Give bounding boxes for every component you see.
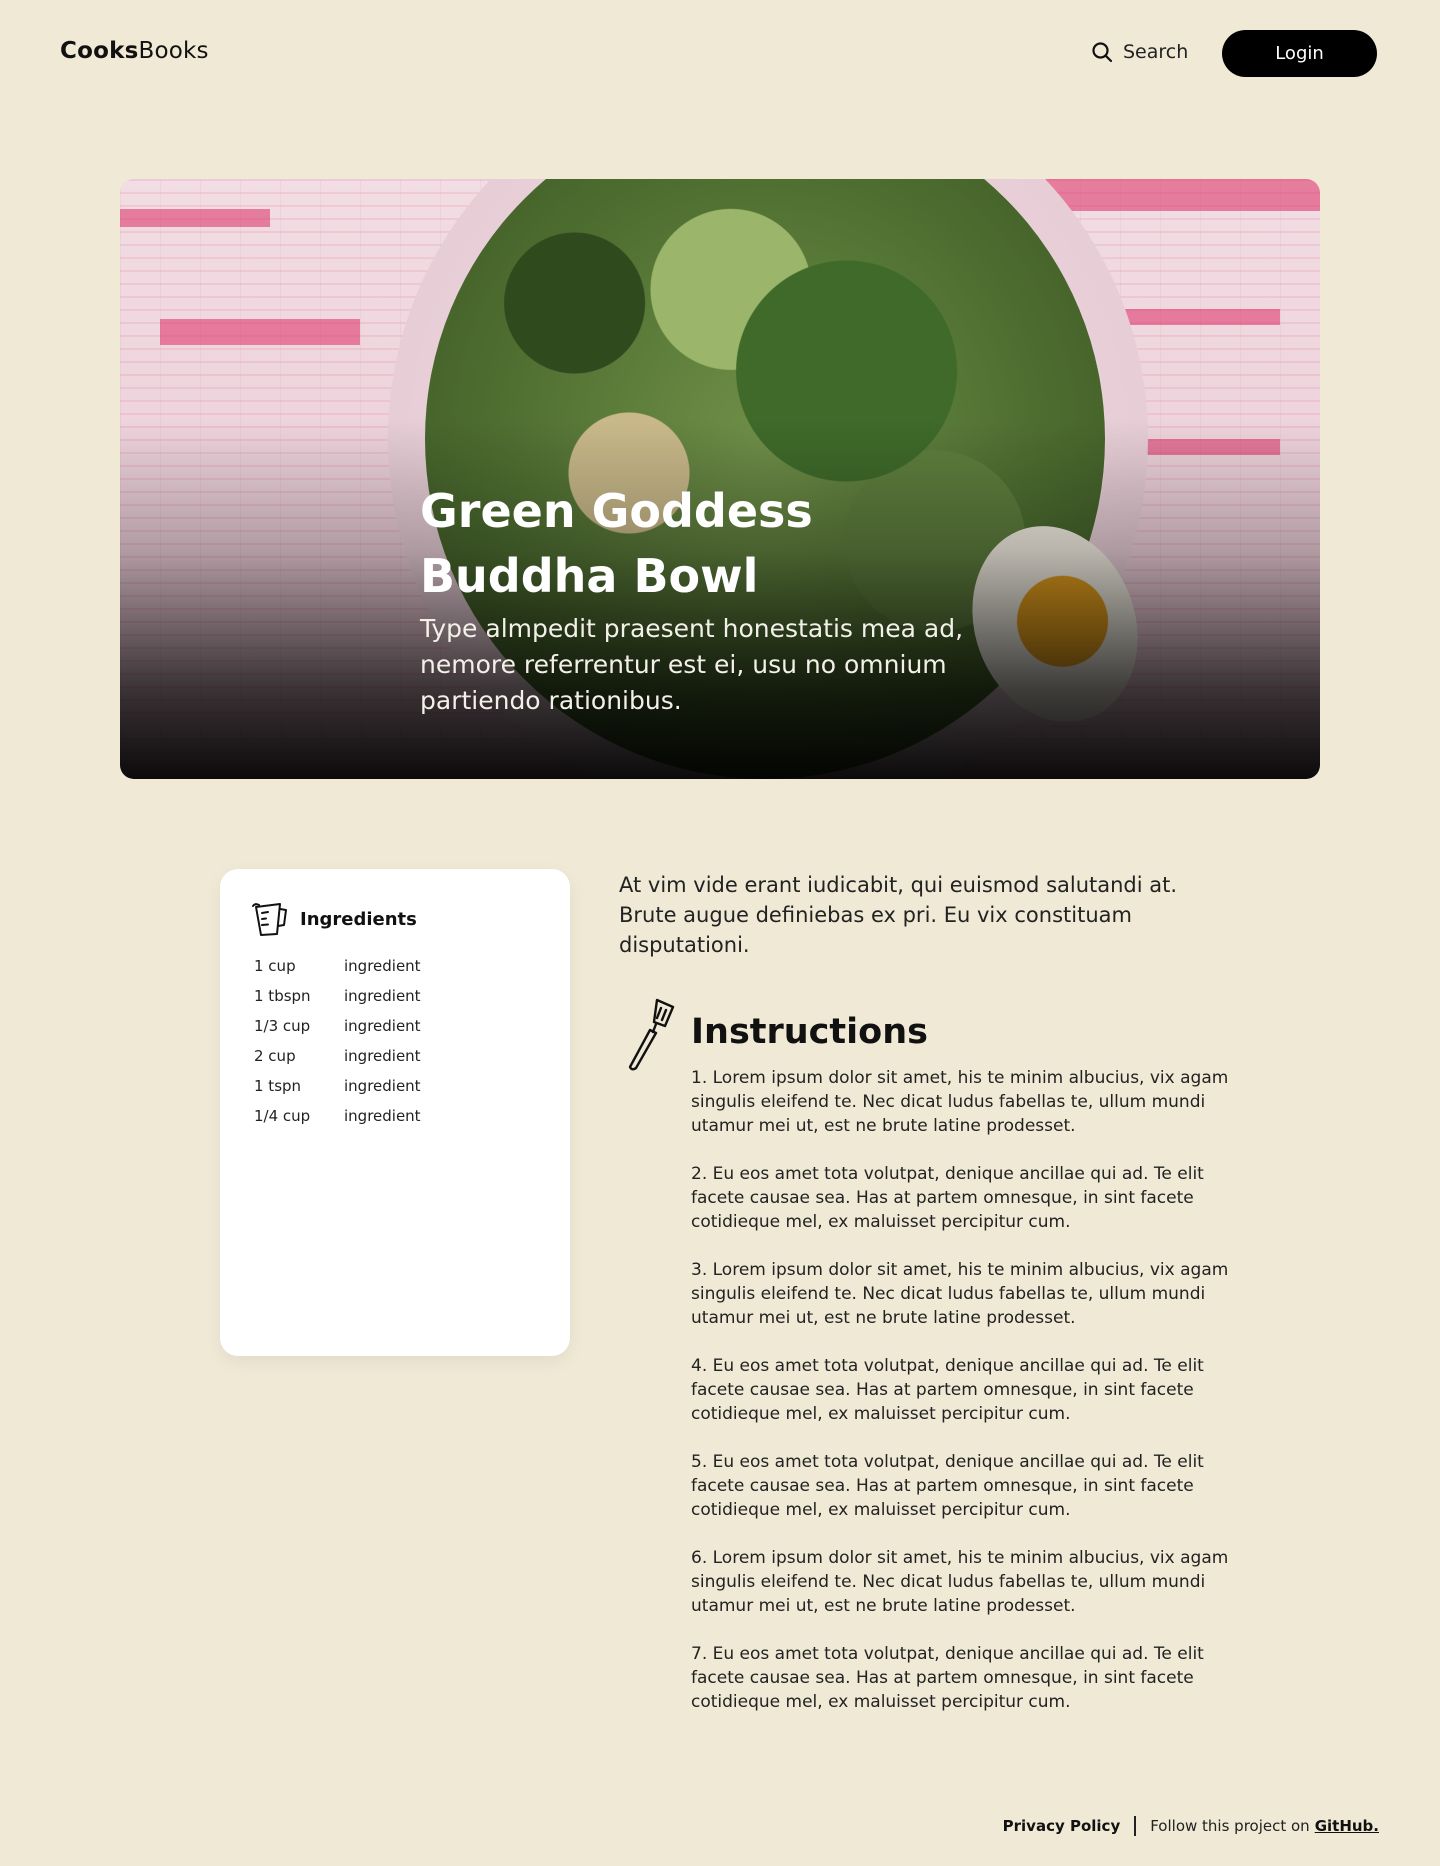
ingredient-name: ingredient (344, 1077, 421, 1095)
spatula-icon (628, 998, 675, 1071)
ingredient-name: ingredient (344, 1047, 421, 1065)
recipe-intro: At vim vide erant iudicabit, qui euismod… (619, 873, 1178, 957)
instruction-step: 7. Eu eos amet tota volutpat, denique an… (691, 1644, 1204, 1712)
search-button[interactable]: Search (1090, 40, 1188, 64)
site-logo[interactable]: CooksBooks (60, 38, 209, 64)
ingredient-name: ingredient (344, 1017, 421, 1035)
ingredients-title: Ingredients (300, 908, 417, 930)
ingredient-name: ingredient (344, 1107, 421, 1125)
ingredient-quantity: 1 tspn (254, 1077, 302, 1095)
ingredient-row: 1 cup ingredient (254, 951, 421, 981)
instruction-step: 1. Lorem ipsum dolor sit amet, his te mi… (691, 1068, 1229, 1136)
recipe-subtitle: Type almpedit praesent honestatis mea ad… (420, 614, 964, 715)
instruction-step: 5. Eu eos amet tota volutpat, denique an… (691, 1452, 1204, 1520)
site-header: CooksBooks Search Login (0, 0, 1440, 106)
ingredient-row: 1/3 cup ingredient (254, 1011, 421, 1041)
instructions-list: 1. Lorem ipsum dolor sit amet, his te mi… (691, 1066, 1251, 1738)
ingredients-card: Ingredients 1 cup ingredient 1 tbspn ingre… (220, 869, 570, 1356)
logo-bold-text: Cooks (60, 38, 139, 64)
instruction-step: 2. Eu eos amet tota volutpat, denique an… (691, 1164, 1204, 1232)
site-footer: Privacy Policy Follow this project on Gi… (1003, 1816, 1379, 1836)
ingredient-row: 1 tbspn ingredient (254, 981, 421, 1011)
ingredient-quantity: 1/4 cup (254, 1107, 311, 1125)
ingredient-row: 1/4 cup ingredient (254, 1101, 421, 1131)
ingredient-quantity: 2 cup (254, 1047, 296, 1065)
hero-banner: Green Goddess Buddha Bowl Type almpedit … (120, 179, 1320, 779)
ingredient-row: 1 tspn ingredient (254, 1071, 421, 1101)
instruction-step: 4. Eu eos amet tota volutpat, denique an… (691, 1356, 1204, 1424)
ingredients-list: 1 cup ingredient 1 tbspn ingredient 1/3 cu… (254, 951, 421, 1131)
ingredient-row: 2 cup ingredient (254, 1041, 421, 1071)
ingredient-name: ingredient (344, 987, 421, 1005)
login-button[interactable]: Login (1222, 30, 1377, 77)
follow-text: Follow this project on (1150, 1817, 1310, 1835)
privacy-policy-link[interactable]: Privacy Policy (1003, 1817, 1121, 1835)
ingredient-quantity: 1 tbspn (254, 987, 311, 1005)
github-link[interactable]: GitHub. (1315, 1817, 1379, 1835)
ingredient-quantity: 1 cup (254, 957, 296, 975)
instructions-title: Instructions (691, 1012, 928, 1052)
recipe-title: Green Goddess Buddha Bowl (420, 484, 813, 603)
ingredients-header: Ingredients (250, 901, 417, 937)
search-icon (1092, 42, 1113, 63)
measuring-cup-icon (252, 903, 287, 936)
search-label: Search (1123, 41, 1189, 63)
logo-regular-text: Books (138, 38, 209, 64)
instruction-step: 6. Lorem ipsum dolor sit amet, his te mi… (691, 1548, 1229, 1616)
footer-divider (1134, 1816, 1137, 1836)
ingredient-name: ingredient (344, 957, 421, 975)
ingredient-quantity: 1/3 cup (254, 1017, 311, 1035)
instruction-step: 3. Lorem ipsum dolor sit amet, his te mi… (691, 1260, 1229, 1328)
